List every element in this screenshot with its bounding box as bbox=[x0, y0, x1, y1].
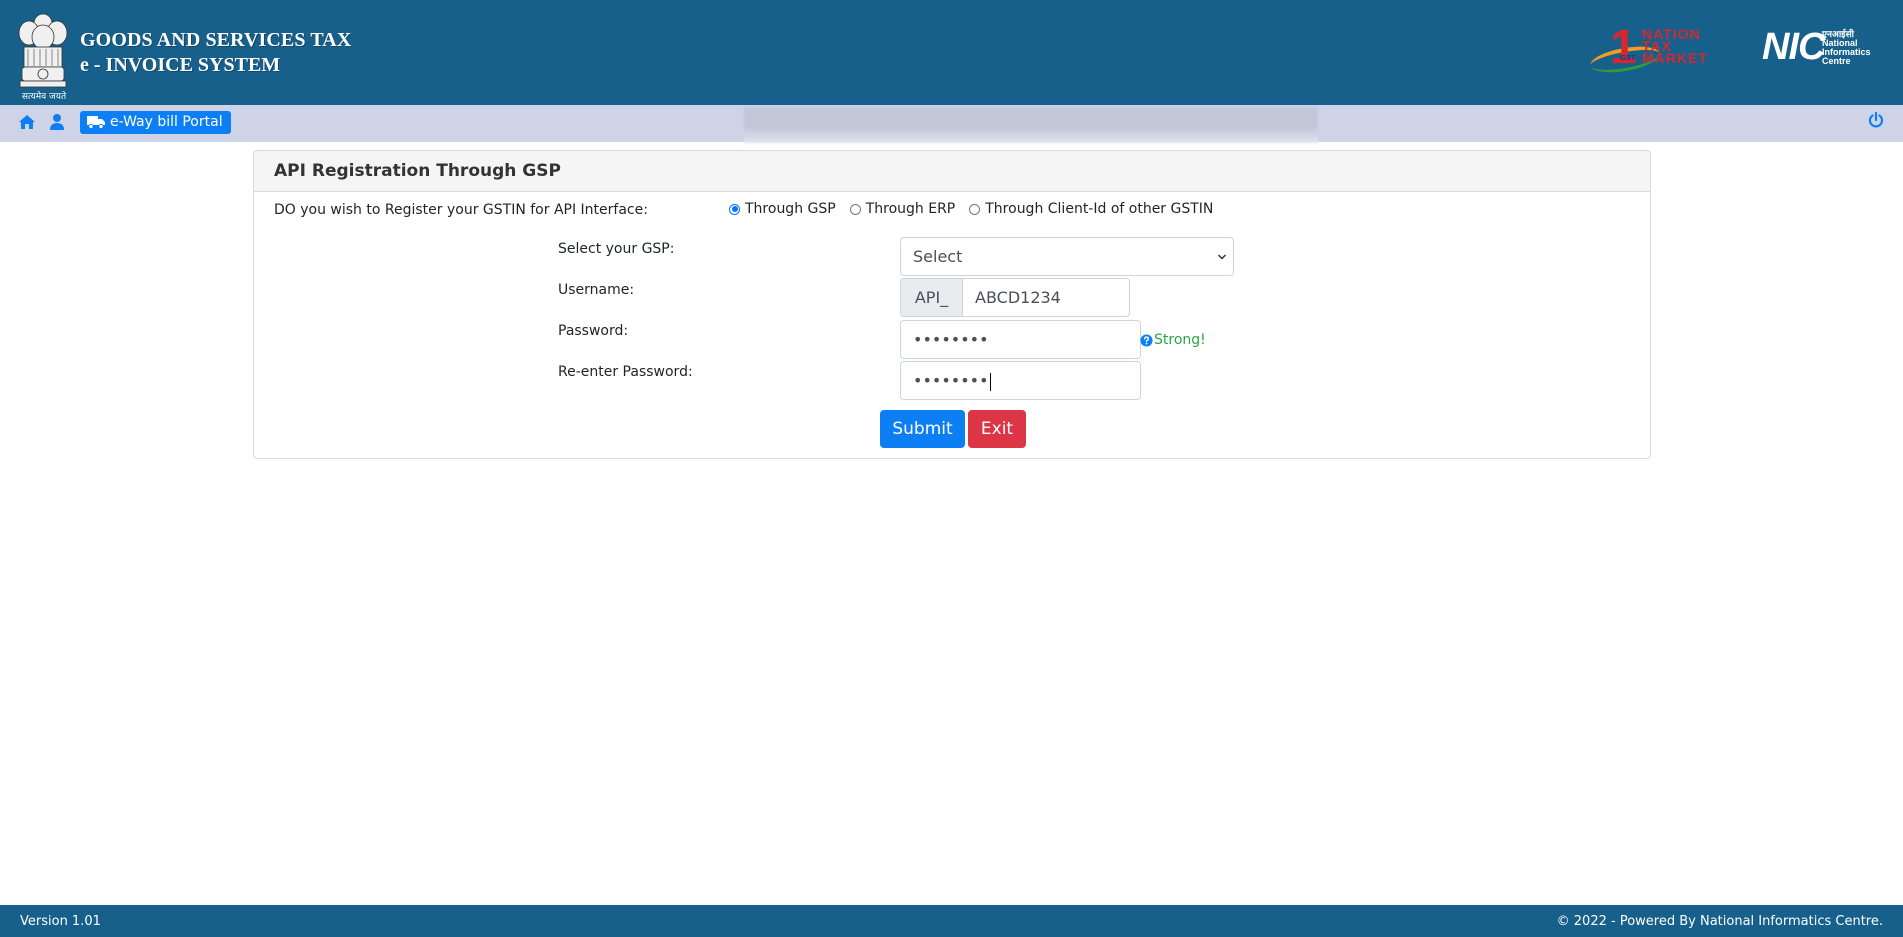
gst-logo-words: NATION TAX MARKET bbox=[1642, 27, 1708, 66]
password-strength-text: Strong! bbox=[1154, 332, 1206, 348]
password-label: Password: bbox=[558, 323, 629, 339]
text-caret bbox=[989, 372, 991, 391]
copyright-text: © 2022 - Powered By National Informatics… bbox=[1556, 914, 1883, 929]
reenter-password-input[interactable]: •••••••• bbox=[900, 361, 1141, 400]
gsp-select-value: Select bbox=[913, 247, 963, 266]
gst-logo-tag: GST bbox=[1620, 54, 1636, 62]
one-nation-one-tax-logo: 1 GST NATION TAX MARKET bbox=[1588, 24, 1750, 77]
site-title-line2: e - INVOICE SYSTEM bbox=[80, 54, 281, 76]
username-label: Username: bbox=[558, 282, 635, 298]
eway-bill-portal-button[interactable]: e-Way bill Portal bbox=[80, 111, 231, 134]
registration-question: DO you wish to Register your GSTIN for A… bbox=[274, 202, 648, 218]
national-emblem-icon bbox=[18, 13, 68, 88]
power-icon[interactable] bbox=[1867, 111, 1885, 129]
gsp-select-label: Select your GSP: bbox=[558, 241, 675, 257]
radio-label: Through Client-Id of other GSTIN bbox=[985, 201, 1214, 217]
username-input-group: API_ ABCD1234 bbox=[900, 278, 1130, 317]
nic-logo-line: Centre bbox=[1822, 56, 1851, 66]
reenter-password-label: Re-enter Password: bbox=[558, 364, 693, 380]
panel-title: API Registration Through GSP bbox=[274, 161, 561, 181]
nic-logo: NIC एनआईसी National Informatics Centre bbox=[1762, 26, 1892, 68]
password-value: •••••••• bbox=[913, 330, 989, 349]
username-input[interactable]: ABCD1234 bbox=[962, 278, 1130, 317]
gsp-select[interactable]: Select bbox=[900, 237, 1234, 276]
truck-icon bbox=[87, 116, 105, 129]
radio-label: Through GSP bbox=[745, 201, 836, 217]
radio-button[interactable] bbox=[849, 203, 861, 215]
emblem-motto: सत्यमेव जयते bbox=[21, 92, 67, 102]
blurred-user-info bbox=[744, 107, 1318, 143]
gst-logo-number: 1 bbox=[1610, 21, 1637, 74]
user-icon[interactable] bbox=[48, 113, 66, 131]
radio-through-erp[interactable]: Through ERP bbox=[849, 201, 956, 217]
version-text: Version 1.01 bbox=[20, 914, 101, 929]
radio-button[interactable] bbox=[969, 203, 981, 215]
site-title-line1: GOODS AND SERVICES TAX bbox=[80, 29, 352, 51]
password-input[interactable]: •••••••• bbox=[900, 320, 1141, 359]
username-prefix: API_ bbox=[900, 278, 962, 317]
api-registration-panel: API Registration Through GSP DO you wish… bbox=[253, 150, 1651, 459]
reenter-password-value: •••••••• bbox=[913, 371, 989, 390]
submit-button[interactable]: Submit bbox=[880, 410, 965, 448]
header: सत्यमेव जयते GOODS AND SERVICES TAX e - … bbox=[0, 0, 1903, 105]
footer: Version 1.01 © 2022 - Powered By Nationa… bbox=[0, 905, 1903, 937]
password-strength-indicator: Strong! bbox=[1140, 332, 1206, 348]
radio-button-checked[interactable] bbox=[729, 203, 740, 215]
radio-label: Through ERP bbox=[865, 201, 956, 217]
registration-type-radio-group: Through GSP Through ERP Through Client-I… bbox=[729, 201, 1227, 217]
nic-logo-mark: NIC bbox=[1762, 26, 1825, 68]
gst-logo-word: MARKET bbox=[1642, 50, 1708, 66]
exit-button[interactable]: Exit bbox=[968, 410, 1026, 448]
radio-through-gsp[interactable]: Through GSP bbox=[729, 201, 836, 217]
radio-through-client-id[interactable]: Through Client-Id of other GSTIN bbox=[969, 201, 1213, 217]
chevron-down-icon bbox=[1217, 254, 1227, 260]
question-circle-icon[interactable] bbox=[1140, 333, 1153, 347]
reenter-password-value-wrap: •••••••• bbox=[913, 362, 991, 399]
home-icon[interactable] bbox=[18, 113, 36, 131]
nic-logo-text: एनआईसी National Informatics Centre bbox=[1822, 30, 1871, 66]
eway-bill-portal-label: e-Way bill Portal bbox=[110, 114, 223, 130]
